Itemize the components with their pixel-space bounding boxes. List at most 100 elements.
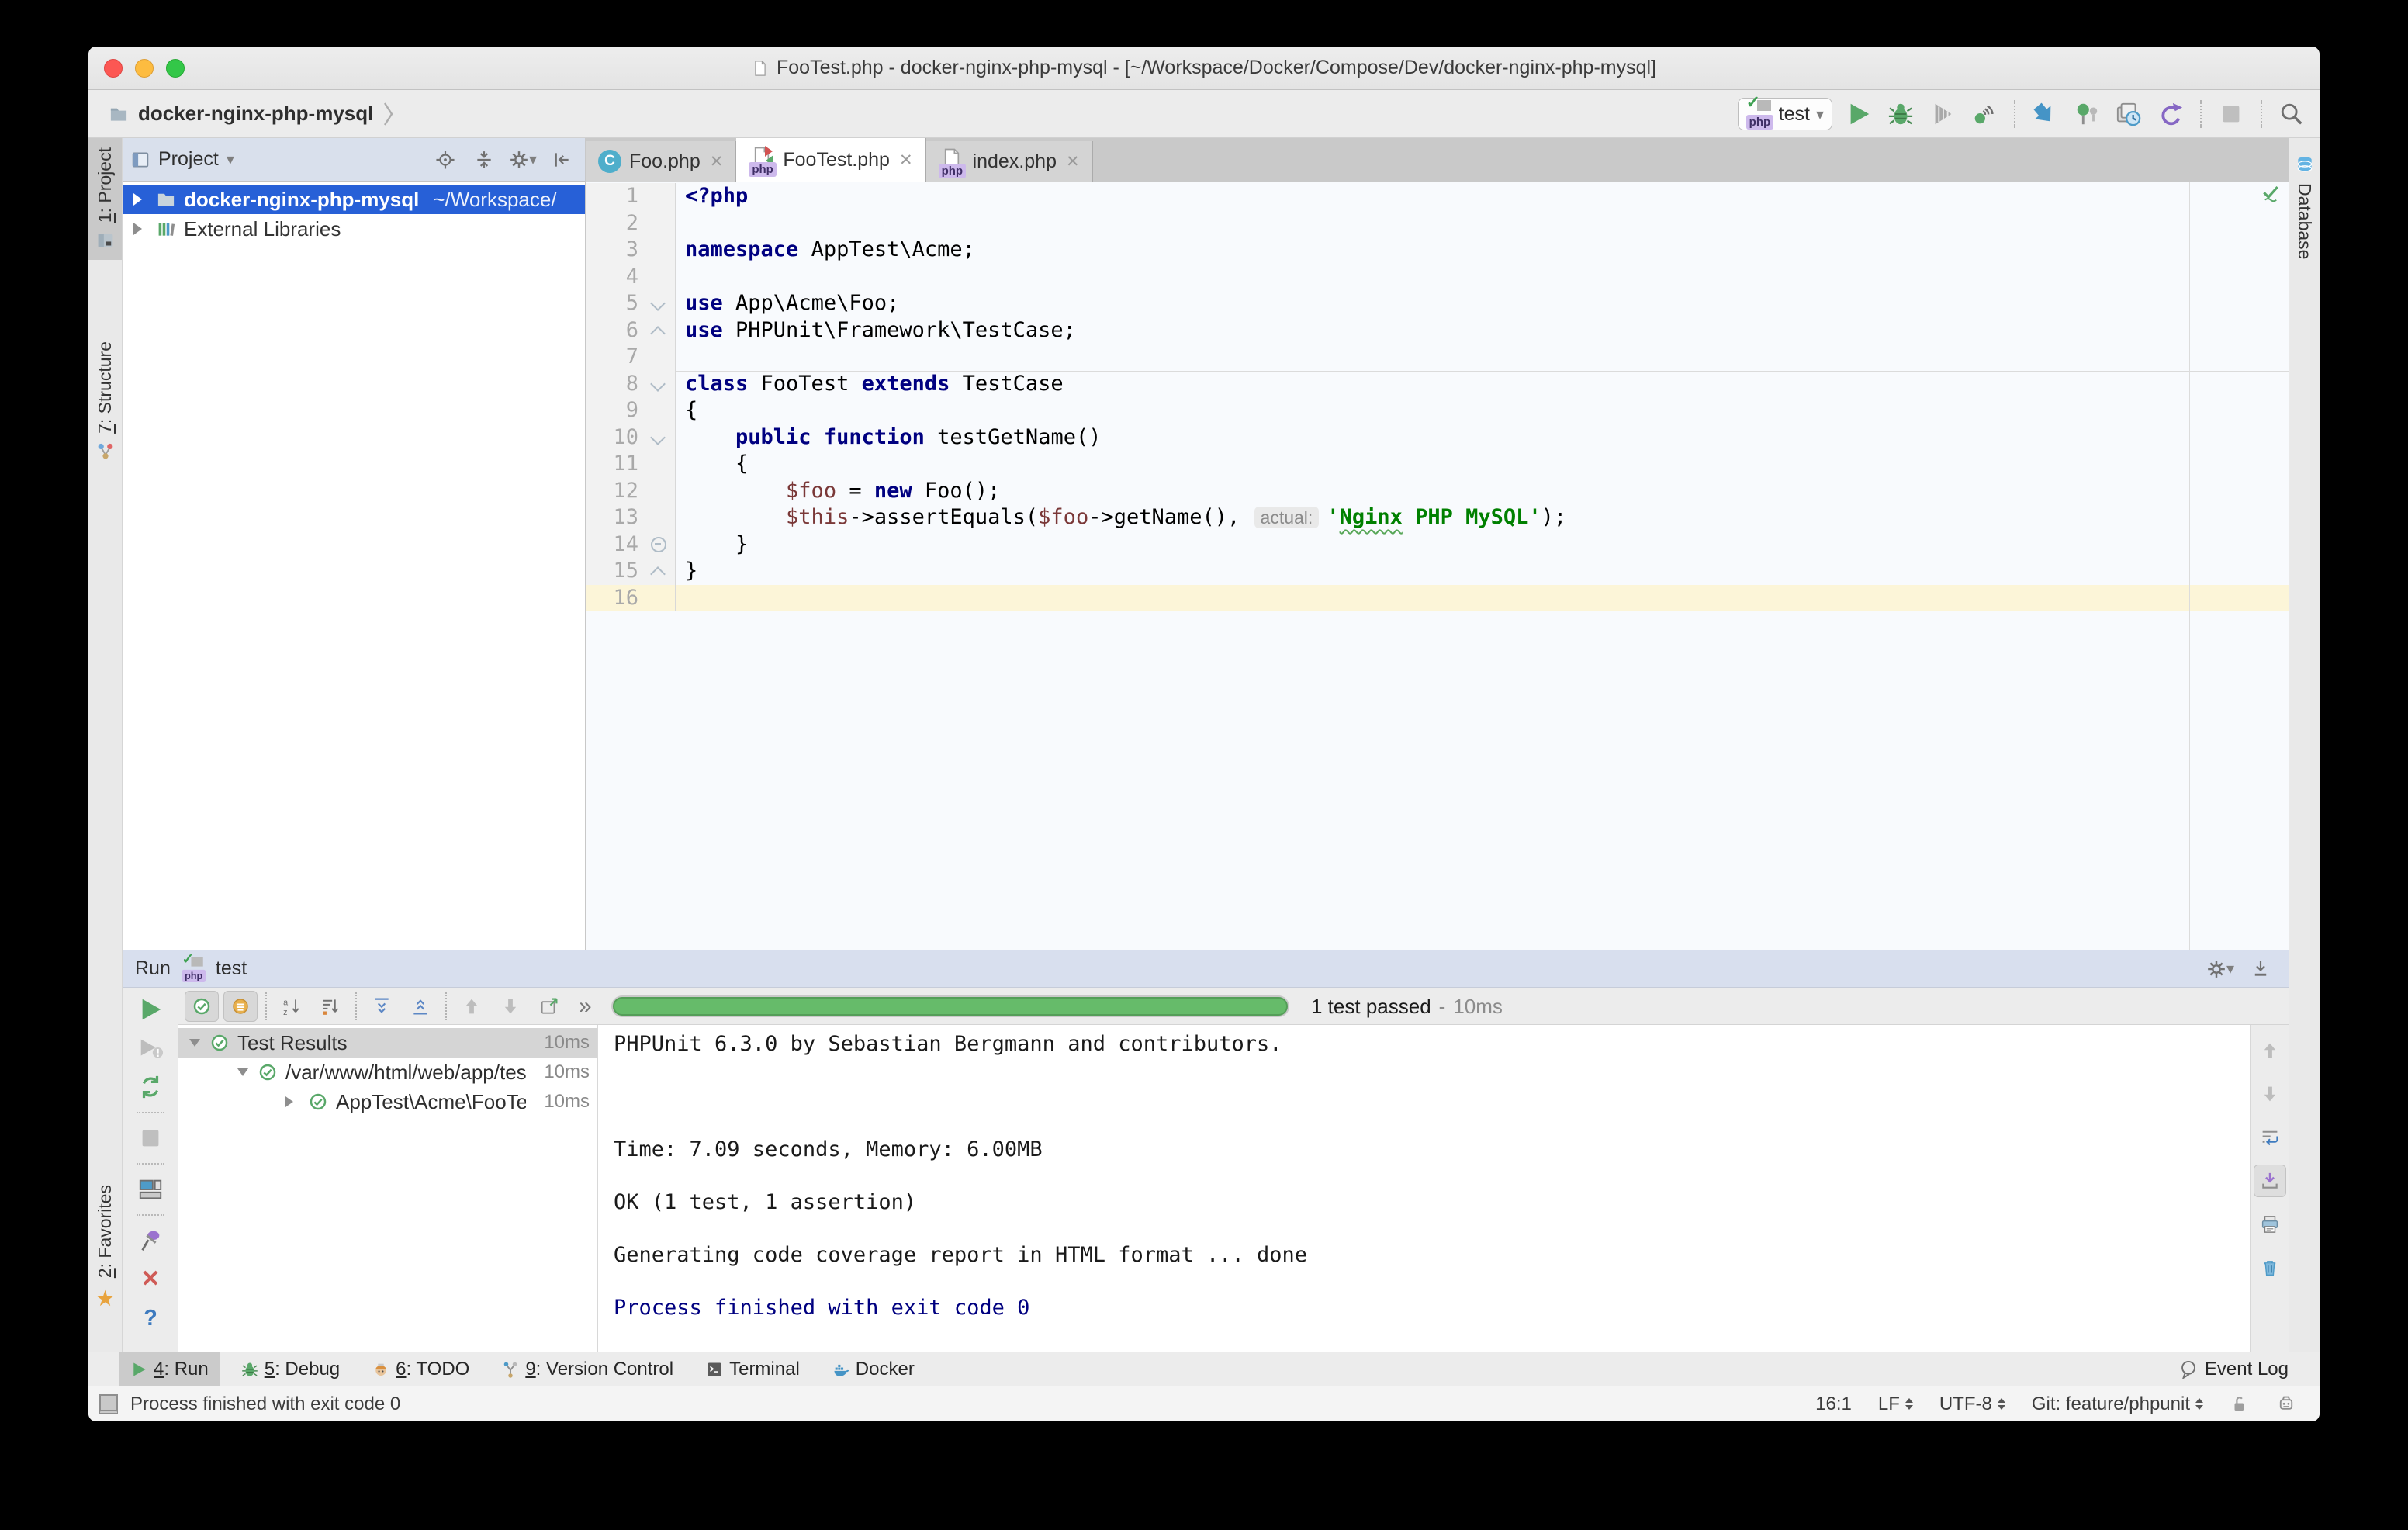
fold-marker-icon[interactable] [646,317,676,344]
panel-settings-button[interactable]: ▾ [507,144,538,175]
toolwindow-button-docker[interactable]: Docker [822,1352,925,1386]
panel-settings-button[interactable]: ▾ [2205,954,2236,985]
collapse-all-button[interactable] [403,991,438,1022]
close-panel-button[interactable]: ✕ [135,1264,166,1295]
fold-marker-icon[interactable] [646,531,676,559]
select-opened-file-button[interactable] [430,144,461,175]
run-panel-header[interactable]: Run ✓ php test ▾ [123,950,2289,988]
code-line[interactable]: 8class FooTest extends TestCase [586,371,2289,398]
code-line[interactable]: 15} [586,558,2289,585]
fold-marker-icon[interactable] [646,371,676,398]
code-line[interactable]: 14 } [586,531,2289,559]
tab-close-icon[interactable]: ✕ [710,152,724,171]
project-tree-item-docker-nginx-php-mysql[interactable]: docker-nginx-php-mysql~/Workspace/ [123,185,585,214]
expand-arrow-icon[interactable] [189,1039,200,1052]
sort-by-duration-toggle[interactable] [313,991,348,1022]
rerun-tests-button[interactable] [135,994,166,1025]
code-line[interactable]: 10 public function testGetName() [586,424,2289,452]
breadcrumb[interactable]: docker-nginx-php-mysql [109,102,395,126]
show-ignored-toggle[interactable] [223,991,258,1022]
code-line[interactable]: 9{ [586,397,2289,424]
tool-window-quick-access-icon[interactable] [99,1394,118,1414]
code-line[interactable]: 13 $this->assertEquals($foo->getName(), … [586,504,2289,531]
stripe-button-favorites[interactable]: 2: Favorites★ [88,1175,122,1321]
tab-close-icon[interactable]: ✕ [899,151,913,170]
test-tree-item[interactable]: Test Results10ms [178,1028,597,1058]
encoding-selector[interactable]: UTF-8 [1939,1393,2005,1415]
previous-failed-test-button[interactable] [455,991,489,1022]
recent-changes-button[interactable] [2113,99,2144,130]
toggle-auto-test-button[interactable] [135,1071,166,1102]
expand-arrow-icon[interactable] [285,1096,299,1107]
soft-wrap-toggle[interactable] [2254,1121,2286,1154]
stop-button[interactable] [2216,99,2247,130]
commit-changes-button[interactable] [2071,99,2102,130]
code-line[interactable]: 1<?php [586,183,2289,210]
code-line[interactable]: 2 [586,210,2289,237]
git-branch-selector[interactable]: Git: feature/phpunit [2032,1393,2203,1415]
update-project-button[interactable] [2029,99,2060,130]
hide-panel-button[interactable] [546,144,577,175]
code-line[interactable]: 3namespace AppTest\Acme; [586,237,2289,264]
tab-FooTest.php[interactable]: phpFooTest.php✕ [736,138,925,182]
search-everywhere-button[interactable] [2276,99,2307,130]
collapse-all-button[interactable] [469,144,500,175]
code-line[interactable]: 7 [586,344,2289,371]
test-tree-item[interactable]: /var/www/html/web/app/tests10ms [178,1058,597,1087]
sort-alphabetically-toggle[interactable] [275,991,309,1022]
expand-arrow-icon[interactable] [133,223,148,235]
event-log-button[interactable]: Event Log [2178,1359,2289,1380]
help-button[interactable]: ? [135,1303,166,1334]
code-line[interactable]: 16 [586,585,2289,612]
toolwindow-button-run[interactable]: 4: Run [119,1352,220,1386]
code-line[interactable]: 11 { [586,451,2289,478]
rerun-failed-tests-button[interactable] [135,1033,166,1064]
restore-layout-button[interactable] [135,1174,166,1205]
project-panel-title[interactable]: Project [158,148,219,171]
readonly-lock-icon[interactable] [2230,1394,2250,1414]
breadcrumb-project[interactable]: docker-nginx-php-mysql [138,102,373,126]
toolwindow-button-debug[interactable]: 5: Debug [230,1352,351,1386]
run-with-coverage-button[interactable] [1927,99,1958,130]
line-separator-selector[interactable]: LF [1878,1393,1913,1415]
import-test-results-button[interactable] [532,991,566,1022]
run-button[interactable] [1843,99,1874,130]
chevron-down-icon[interactable]: ▾ [227,150,234,169]
stripe-button-database[interactable]: Database [2289,146,2320,268]
cursor-position[interactable]: 16:1 [1815,1393,1852,1415]
expand-arrow-icon[interactable] [133,193,148,206]
pin-tab-button[interactable] [135,1225,166,1256]
next-failed-test-button[interactable] [493,991,528,1022]
zoom-window-button[interactable] [166,59,185,78]
project-tree-item-External Libraries[interactable]: External Libraries [123,214,585,244]
fold-marker-icon[interactable] [646,424,676,452]
expand-all-button[interactable] [365,991,399,1022]
tab-Foo.php[interactable]: CFoo.php✕ [586,141,736,182]
show-passed-toggle[interactable] [185,991,219,1022]
clear-console-button[interactable] [2254,1251,2286,1284]
toolwindow-button-terminal[interactable]: Terminal [695,1352,811,1386]
print-button[interactable] [2254,1208,2286,1241]
attach-debugger-button[interactable] [1969,99,2000,130]
minimize-window-button[interactable] [135,59,154,78]
toolwindow-button-todo[interactable]: 6: TODO [362,1352,480,1386]
rollback-button[interactable] [2155,99,2186,130]
debug-button[interactable] [1885,99,1916,130]
code-line[interactable]: 12 $foo = new Foo(); [586,478,2289,505]
stop-button[interactable] [135,1123,166,1154]
hide-panel-button[interactable] [2245,954,2276,985]
code-line[interactable]: 6use PHPUnit\Framework\TestCase; [586,317,2289,344]
test-tree-item[interactable]: AppTest\Acme\FooTest10ms [178,1087,597,1116]
toolwindow-button-version-control[interactable]: 9: Version Control [491,1352,684,1386]
stripe-button-structure[interactable]: 7: Structure [88,332,122,471]
expand-arrow-icon[interactable] [237,1068,248,1082]
fold-marker-icon[interactable] [646,290,676,317]
run-configuration-selector[interactable]: ✓ php test ▾ [1738,98,1832,130]
inspection-status-icon[interactable] [2261,183,2281,207]
caret-up-button[interactable] [2254,1034,2286,1067]
stripe-button-project[interactable]: 1: Project [88,138,122,260]
caret-down-button[interactable] [2254,1078,2286,1110]
inspection-profile-icon[interactable] [2276,1394,2296,1414]
close-window-button[interactable] [104,59,123,78]
code-line[interactable]: 5use App\Acme\Foo; [586,290,2289,317]
